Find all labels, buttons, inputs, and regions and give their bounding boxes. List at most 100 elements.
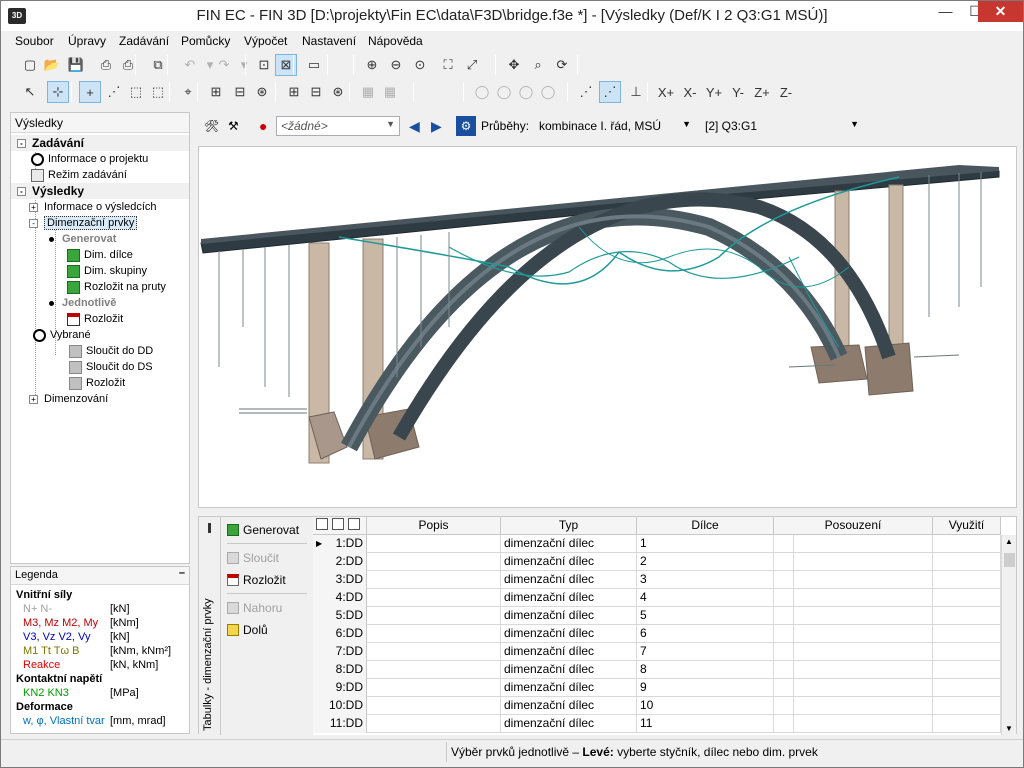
redo-icon[interactable]: ↷ [213,54,235,76]
tree-item-0[interactable]: - Zadávání [11,135,189,151]
cell-typ[interactable]: dimenzační dílec [501,607,637,625]
cell-typ[interactable]: dimenzační dílec [501,697,637,715]
column-header[interactable]: Popis [367,517,501,535]
tree-item-12[interactable]: Vybrané [33,327,91,343]
tools-icon[interactable]: ⚒ [228,116,239,136]
select-member-icon[interactable]: ⊹ [47,81,69,103]
table-row[interactable]: 10:DD dimenzační dílec 10 [313,697,1001,715]
cell-vyuziti[interactable] [933,553,1001,571]
bulb-star-icon[interactable]: ◯ [515,81,537,103]
row-header[interactable]: 5:DD [313,607,367,625]
column-header[interactable]: Typ [501,517,637,535]
cell-check-flag[interactable] [774,535,794,553]
tree-item-9[interactable]: Rozložit na pruty [67,279,166,295]
cell-vyuziti[interactable] [933,679,1001,697]
row-header[interactable]: 9:DD [313,679,367,697]
bridge-model-view[interactable] [199,147,1017,508]
cell-check-flag[interactable] [774,697,794,715]
open-folder-icon[interactable]: 📂 [41,54,63,76]
cell-popis[interactable] [367,589,501,607]
cell-popis[interactable] [367,535,501,553]
previous-icon[interactable]: ◀ [409,116,420,136]
cell-posouzeni[interactable] [794,643,933,661]
cell-typ[interactable]: dimenzační dílec [501,589,637,607]
next-icon[interactable]: ▶ [431,116,442,136]
tree-item-7[interactable]: Dim. dílce [67,247,133,263]
view-y-plus-icon[interactable]: Y+ [703,81,725,103]
axes-icon[interactable]: ⊥ [625,81,647,103]
tree-item-15[interactable]: Rozložit [69,375,125,391]
cell-check-flag[interactable] [774,625,794,643]
table-row[interactable]: 6:DD dimenzační dílec 6 [313,625,1001,643]
cell-popis[interactable] [367,679,501,697]
zoom-window-icon[interactable]: ⊙ [409,54,431,76]
cell-popis[interactable] [367,571,501,589]
table-row[interactable]: 4:DD dimenzační dílec 4 [313,589,1001,607]
row-header[interactable]: 4:DD [313,589,367,607]
cell-check-flag[interactable] [774,589,794,607]
collapse-icon[interactable]: - [17,139,26,149]
tree-item-14[interactable]: Sloučit do DS [69,359,153,375]
cell-check-flag[interactable] [774,715,794,733]
row-header[interactable]: 2:DD [313,553,367,571]
tree-item-8[interactable]: Dim. skupiny [67,263,147,279]
tree-item-2[interactable]: Režim zadávání [31,167,127,183]
cell-check-flag[interactable] [774,553,794,571]
undo-icon[interactable]: ↶ [179,54,201,76]
grid-tool-icon[interactable] [316,518,328,530]
row-header[interactable]: 10:DD [313,697,367,715]
tree-item-1[interactable]: Informace o projektu [31,151,148,167]
zoom-realtime-icon[interactable]: ⌕ [527,54,549,76]
cell-vyuziti[interactable] [933,625,1001,643]
add-node-icon[interactable]: + [79,81,101,103]
row-header[interactable]: 8:DD [313,661,367,679]
cell-dilce[interactable]: 6 [637,625,774,643]
row-header[interactable]: ▶ 1:DD [313,535,367,553]
view-render-icon[interactable]: ⋰ [599,81,621,103]
table-row[interactable]: 9:DD dimenzační dílec 9 [313,679,1001,697]
cell-typ[interactable]: dimenzační dílec [501,643,637,661]
cell-typ[interactable]: dimenzační dílec [501,715,637,733]
cell-dilce[interactable]: 8 [637,661,774,679]
cell-posouzeni[interactable] [794,661,933,679]
column-header[interactable]: Využití [933,517,1001,535]
pan-icon[interactable]: ✥ [503,54,525,76]
expand-icon[interactable]: + [29,394,38,404]
view-x-minus-icon[interactable]: X- [679,81,701,103]
menu-nastaveni[interactable]: Nastavení [302,34,356,48]
display-icon[interactable]: ▭ [303,54,325,76]
action-1[interactable]: Sloučit [227,551,279,565]
cell-posouzeni[interactable] [794,607,933,625]
cell-typ[interactable]: dimenzační dílec [501,661,637,679]
column-header[interactable]: Dílce [637,517,774,535]
menu-soubor[interactable]: Soubor [15,34,54,48]
cell-vyuziti[interactable] [933,571,1001,589]
column-header[interactable]: Posouzení [774,517,933,535]
cell-vyuziti[interactable] [933,715,1001,733]
tree-item-16[interactable]: + Dimenzování [29,391,108,407]
table-row[interactable]: 3:DD dimenzační dílec 3 [313,571,1001,589]
action-2[interactable]: Rozložit [227,573,286,587]
cell-typ[interactable]: dimenzační dílec [501,679,637,697]
add-rect-icon[interactable]: ⬚ [125,81,147,103]
view-perspective-icon[interactable]: ⋰ [575,81,597,103]
menu-upravy[interactable]: Úpravy [68,34,106,48]
remove-square-icon[interactable]: ⊟ [229,81,251,103]
grid-2-icon[interactable]: ▦ [379,81,401,103]
cell-popis[interactable] [367,715,501,733]
select-pointer-icon[interactable]: ↖ [19,81,41,103]
load-case-select[interactable]: <žádné> ▼ [276,116,400,136]
action-3[interactable]: Nahoru [227,601,282,615]
cell-typ[interactable]: dimenzační dílec [501,535,637,553]
tree-item-11[interactable]: Rozložit [67,311,123,327]
star-square-2-icon[interactable]: ⊛ [327,81,349,103]
cell-vyuziti[interactable] [933,697,1001,715]
bulb-add-icon[interactable]: ◯ [493,81,515,103]
cell-dilce[interactable]: 10 [637,697,774,715]
input-mode-icon[interactable]: ⊡ [253,54,275,76]
add-polygon-icon[interactable]: ⬚ [147,81,169,103]
case-select[interactable]: [2] Q3:G1 ▼ [700,116,864,136]
cell-vyuziti[interactable] [933,643,1001,661]
minus-square-icon[interactable]: ⊟ [305,81,327,103]
cell-check-flag[interactable] [774,643,794,661]
